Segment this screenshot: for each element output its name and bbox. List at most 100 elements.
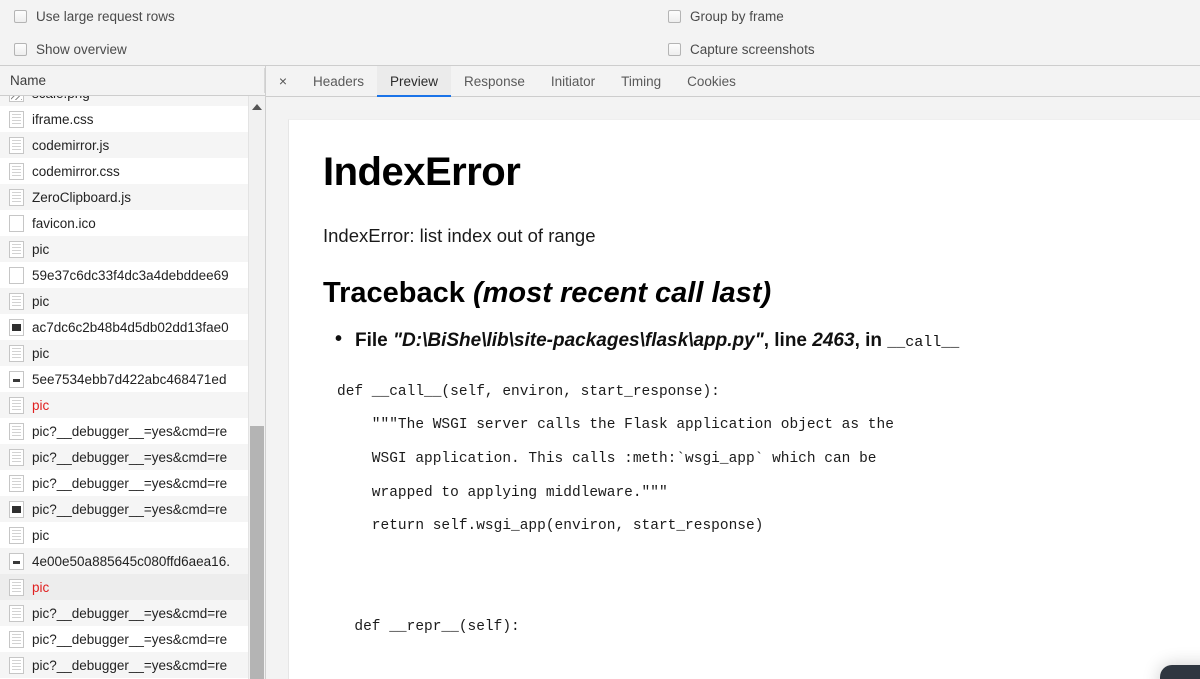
close-icon[interactable]: × bbox=[266, 66, 300, 96]
setting-label: Capture screenshots bbox=[690, 41, 815, 57]
scroll-up-arrow-icon[interactable] bbox=[249, 100, 265, 114]
request-row-name: pic?__debugger__=yes&cmd=re bbox=[32, 501, 228, 517]
tab-preview[interactable]: Preview bbox=[377, 66, 452, 97]
request-row-name: pic bbox=[32, 241, 50, 257]
request-row-name: pic bbox=[32, 397, 50, 413]
tab-timing[interactable]: Timing bbox=[608, 66, 674, 96]
request-row-name: 59e37c6dc33f4dc3a4debddee69 bbox=[32, 267, 229, 283]
request-row-name: ZeroClipboard.js bbox=[32, 189, 132, 205]
document-file-icon bbox=[9, 578, 24, 596]
setting-label: Use large request rows bbox=[36, 8, 175, 24]
document-file-icon bbox=[9, 240, 24, 258]
frame-file-word: File bbox=[355, 330, 388, 351]
setting-show-overview[interactable]: Show overview bbox=[14, 39, 127, 59]
detail-tabbar: × Headers Preview Response Initiator Timing C… bbox=[266, 66, 1200, 97]
checkbox-use-large-request-rows[interactable] bbox=[14, 9, 27, 23]
blank-file-icon bbox=[9, 214, 24, 232]
request-row[interactable]: iframe.css bbox=[0, 106, 265, 132]
request-row[interactable]: 59e37c6dc33f4dc3a4debddee69 bbox=[0, 262, 265, 288]
document-file-icon bbox=[9, 448, 24, 466]
request-row-name: favicon.ico bbox=[32, 215, 96, 231]
traceback-heading-text: Traceback bbox=[323, 277, 465, 309]
image-file-icon bbox=[9, 500, 24, 518]
request-row[interactable]: ZeroClipboard.js bbox=[0, 184, 265, 210]
request-row-name: pic?__debugger__=yes&cmd=re bbox=[32, 605, 228, 621]
request-row-name: pic?__debugger__=yes&cmd=re bbox=[32, 423, 228, 439]
document-file-icon bbox=[9, 422, 24, 440]
error-title: IndexError bbox=[323, 150, 521, 194]
request-row[interactable]: pic?__debugger__=yes&cmd=re bbox=[0, 444, 265, 470]
checkbox-show-overview[interactable] bbox=[14, 42, 27, 56]
setting-use-large-request-rows[interactable]: Use large request rows bbox=[14, 6, 175, 26]
request-row[interactable]: pic?__debugger__=yes&cmd=re bbox=[0, 418, 265, 444]
document-file-icon bbox=[9, 604, 24, 622]
document-file-icon bbox=[9, 188, 24, 206]
tab-initiator[interactable]: Initiator bbox=[538, 66, 608, 96]
request-row[interactable]: 4e00e50a885645c080ffd6aea16. bbox=[0, 548, 265, 574]
document-file-icon bbox=[9, 136, 24, 154]
document-file-icon bbox=[9, 630, 24, 648]
request-row[interactable]: codemirror.js bbox=[0, 132, 265, 158]
request-row[interactable]: pic?__debugger__=yes&cmd=re bbox=[0, 600, 265, 626]
request-detail-pane: × Headers Preview Response Initiator Timing C… bbox=[266, 66, 1200, 679]
traceback-frame-list: File "D:\BiShe\lib\site-packages\flask\a… bbox=[323, 326, 1186, 354]
request-row-name: pic?__debugger__=yes&cmd=re bbox=[32, 631, 228, 647]
hatch-file-icon bbox=[9, 96, 24, 102]
debugger-float-widget[interactable]: ⬆ bbox=[1160, 665, 1200, 679]
request-row-name: pic bbox=[32, 345, 50, 361]
setting-capture-screenshots[interactable]: Capture screenshots bbox=[668, 39, 815, 59]
request-row[interactable]: pic?__debugger__=yes&cmd=re bbox=[0, 626, 265, 652]
request-row[interactable]: pic bbox=[0, 340, 265, 366]
request-list-scrollbar[interactable] bbox=[248, 96, 265, 679]
frame-in-word: , in bbox=[854, 330, 883, 351]
frame-function-name: __call__ bbox=[887, 334, 960, 351]
network-settings-bar: Use large request rows Show overview Gro… bbox=[0, 0, 1200, 66]
request-row-name: pic?__debugger__=yes&cmd=re bbox=[32, 449, 228, 465]
setting-label: Show overview bbox=[36, 41, 127, 57]
request-row[interactable]: codemirror.css bbox=[0, 158, 265, 184]
traceback-heading-italic: (most recent call last) bbox=[472, 277, 772, 309]
request-row[interactable]: pic?__debugger__=yes&cmd=re bbox=[0, 652, 265, 678]
document-file-icon bbox=[9, 526, 24, 544]
frame-line-number: 2463 bbox=[812, 330, 855, 351]
request-row[interactable]: pic?__debugger__=yes&cmd=re bbox=[0, 496, 265, 522]
blank-file-icon bbox=[9, 266, 24, 284]
request-list[interactable]: scale.png iframe.css codemirror.js codemirr… bbox=[0, 96, 265, 679]
preview-body: IndexError IndexError: list index out of… bbox=[266, 97, 1200, 679]
request-row-name: iframe.css bbox=[32, 111, 94, 127]
tab-cookies[interactable]: Cookies bbox=[674, 66, 749, 96]
request-row[interactable]: ac7dc6c2b48b4d5db02dd13fae0 bbox=[0, 314, 265, 340]
checkbox-capture-screenshots[interactable] bbox=[668, 42, 681, 56]
request-list-column-header[interactable]: Name bbox=[0, 66, 265, 96]
request-row[interactable]: pic bbox=[0, 288, 265, 314]
request-row-name: pic bbox=[32, 293, 50, 309]
document-file-icon bbox=[9, 162, 24, 180]
document-file-icon bbox=[9, 344, 24, 362]
request-row[interactable]: pic bbox=[0, 392, 265, 418]
traceback-source-code: def __call__(self, environ, start_respon… bbox=[337, 383, 894, 636]
traceback-frame[interactable]: File "D:\BiShe\lib\site-packages\flask\a… bbox=[323, 326, 1186, 354]
request-row-name: 5ee7534ebb7d422abc468471ed bbox=[32, 371, 227, 387]
tab-headers[interactable]: Headers bbox=[300, 66, 377, 96]
request-row-name: scale.png bbox=[32, 96, 90, 101]
error-detail: IndexError: list index out of range bbox=[323, 225, 596, 246]
request-row-name: ac7dc6c2b48b4d5db02dd13fae0 bbox=[32, 319, 229, 335]
request-row-name: pic bbox=[32, 579, 50, 595]
request-row[interactable]: pic bbox=[0, 236, 265, 262]
request-row[interactable]: 5ee7534ebb7d422abc468471ed bbox=[0, 366, 265, 392]
traceback-heading: Traceback (most recent call last) bbox=[323, 277, 1186, 310]
scrollbar-thumb[interactable] bbox=[250, 426, 264, 679]
setting-group-by-frame[interactable]: Group by frame bbox=[668, 6, 784, 26]
request-row[interactable]: scale.png bbox=[0, 96, 265, 106]
dash-file-icon bbox=[9, 552, 24, 570]
request-row[interactable]: favicon.ico bbox=[0, 210, 265, 236]
column-header-name: Name bbox=[10, 73, 47, 88]
frame-line-word: , line bbox=[763, 330, 807, 351]
checkbox-group-by-frame[interactable] bbox=[668, 9, 681, 23]
setting-label: Group by frame bbox=[690, 8, 784, 24]
request-row[interactable]: pic bbox=[0, 522, 265, 548]
request-row[interactable]: pic?__debugger__=yes&cmd=re bbox=[0, 470, 265, 496]
devtools-network-panel: Use large request rows Show overview Gro… bbox=[0, 0, 1200, 679]
request-row[interactable]: pic bbox=[0, 574, 265, 600]
tab-response[interactable]: Response bbox=[451, 66, 538, 96]
